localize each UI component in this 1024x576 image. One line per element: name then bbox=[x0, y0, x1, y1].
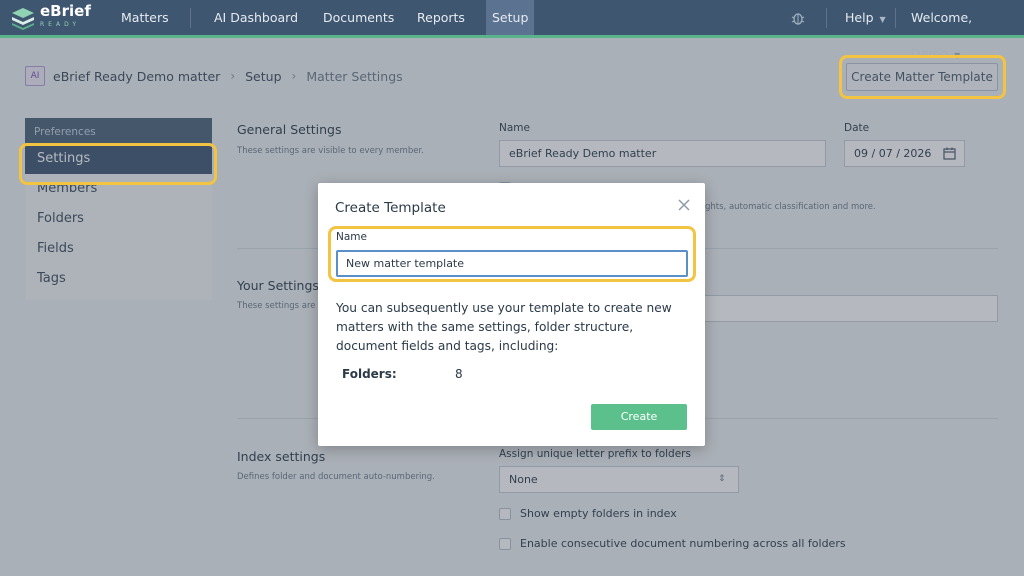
app-logo[interactable]: eBrief READY bbox=[10, 4, 100, 32]
create-template-dialog: Create Template Name New matter template… bbox=[318, 183, 705, 446]
folders-count-value: 8 bbox=[455, 367, 463, 381]
create-button[interactable]: Create bbox=[591, 404, 687, 430]
nav-divider bbox=[895, 8, 896, 28]
nav-divider bbox=[190, 8, 191, 28]
nav-item-setup[interactable]: Setup bbox=[486, 0, 535, 36]
logo-text: eBrief READY bbox=[40, 4, 91, 32]
help-label: Help bbox=[845, 10, 874, 25]
chevron-down-icon: ▼ bbox=[879, 15, 886, 24]
bug-icon[interactable] bbox=[790, 10, 806, 26]
template-name-input[interactable]: New matter template bbox=[336, 250, 688, 277]
user-menu[interactable]: Welcome, Demo ▼ bbox=[905, 0, 1024, 61]
nav-divider bbox=[826, 8, 827, 28]
logo-icon bbox=[12, 8, 34, 30]
folders-count-label: Folders: bbox=[342, 367, 397, 381]
help-menu[interactable]: Help ▼ bbox=[839, 0, 892, 36]
template-name-label: Name bbox=[336, 231, 367, 243]
logo-subtext: READY bbox=[40, 21, 81, 28]
nav-item-documents[interactable]: Documents bbox=[317, 0, 400, 36]
nav-item-matters[interactable]: Matters bbox=[115, 0, 175, 36]
close-icon[interactable] bbox=[675, 196, 693, 214]
dialog-title: Create Template bbox=[335, 200, 446, 216]
nav-item-ai-dashboard[interactable]: AI Dashboard bbox=[208, 0, 304, 36]
nav-item-reports[interactable]: Reports bbox=[411, 0, 471, 36]
top-nav: eBrief READY Matters AI Dashboard Docume… bbox=[0, 0, 1024, 61]
dialog-description: You can subsequently use your template t… bbox=[336, 301, 672, 353]
